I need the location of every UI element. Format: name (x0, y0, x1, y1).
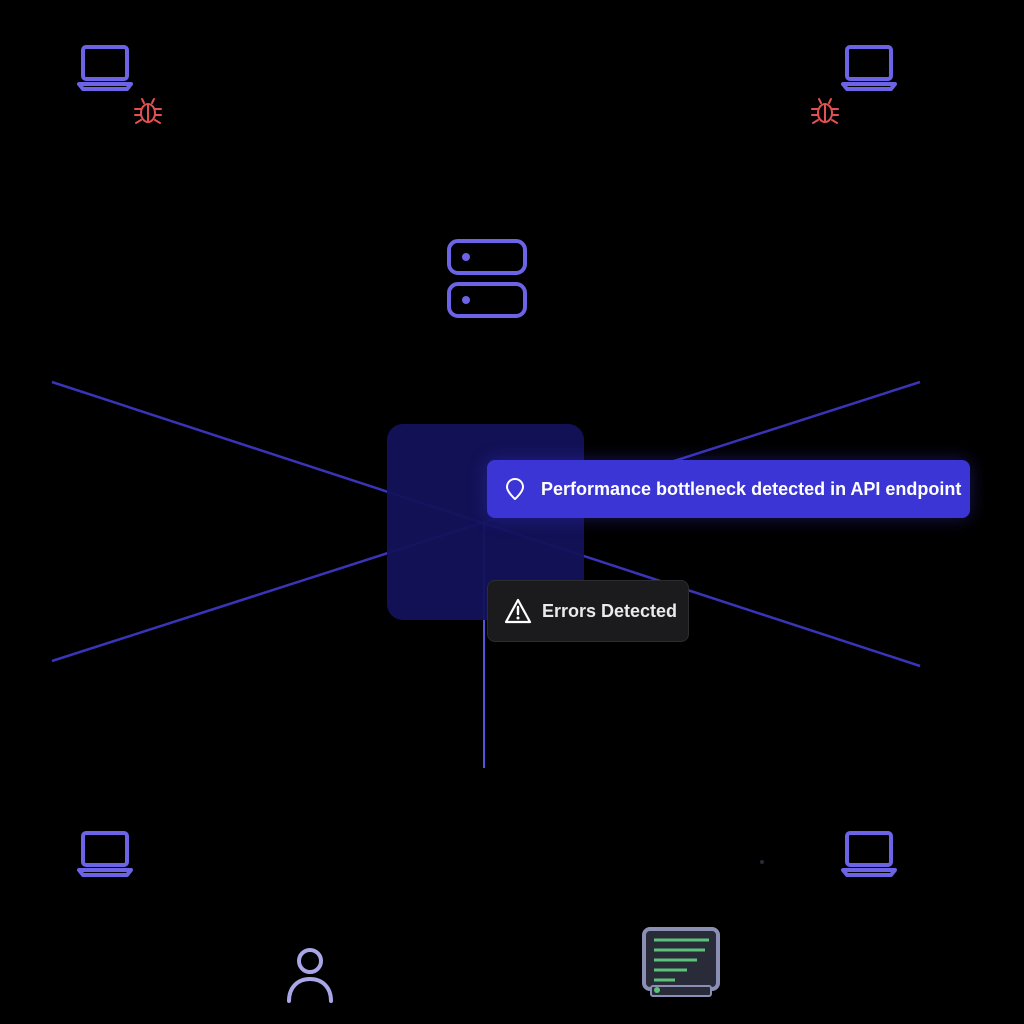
errors-detected-toast[interactable]: Errors Detected (487, 580, 689, 642)
warning-triangle-icon (504, 598, 532, 624)
laptop-icon[interactable] (841, 44, 897, 92)
map-pin-icon (506, 478, 524, 500)
performance-alert-toast[interactable]: Performance bottleneck detected in API e… (487, 460, 970, 518)
server-icon[interactable] (446, 238, 528, 320)
laptop-icon[interactable] (77, 830, 133, 878)
log-document-icon[interactable] (641, 926, 721, 998)
network-canvas: Performance bottleneck detected in API e… (0, 0, 1024, 1024)
performance-alert-text: Performance bottleneck detected in API e… (541, 478, 962, 499)
decorative-dot (760, 860, 764, 864)
user-icon[interactable] (284, 945, 336, 1003)
laptop-icon[interactable] (841, 830, 897, 878)
laptop-icon[interactable] (77, 44, 133, 92)
errors-detected-text: Errors Detected (542, 600, 678, 621)
bug-icon[interactable] (809, 95, 841, 127)
bug-icon[interactable] (132, 95, 164, 127)
